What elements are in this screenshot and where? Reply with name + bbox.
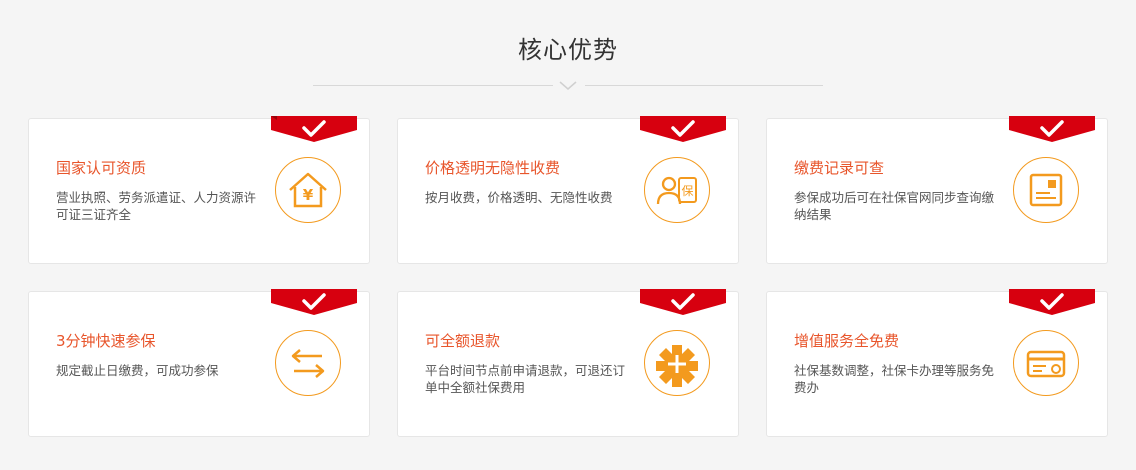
exchange-arrows-icon bbox=[275, 330, 341, 396]
advantage-card-refund: 可全额退款 平台时间节点前申请退款，可退还订单中全额社保费用 bbox=[397, 289, 739, 437]
check-ribbon-icon bbox=[271, 289, 357, 315]
house-yuan-icon: ¥ bbox=[275, 157, 341, 223]
card-title: 价格透明无隐性收费 bbox=[425, 159, 561, 177]
title-divider bbox=[313, 78, 823, 94]
chevron-down-icon bbox=[559, 81, 577, 90]
card-description: 社保基数调整，社保卡办理等服务免费办 bbox=[794, 363, 995, 395]
advantage-card-free-services: 增值服务全免费 社保基数调整，社保卡办理等服务免费办 bbox=[766, 289, 1108, 437]
check-ribbon-icon bbox=[640, 289, 726, 315]
card-title: 国家认可资质 bbox=[56, 159, 147, 177]
card-description: 规定截止日缴费，可成功参保 bbox=[56, 363, 219, 378]
section-title: 核心优势 bbox=[518, 36, 618, 64]
svg-text:¥: ¥ bbox=[303, 186, 314, 204]
person-bao-icon: 保 bbox=[644, 157, 710, 223]
svg-text:保: 保 bbox=[681, 184, 693, 198]
card-title: 缴费记录可查 bbox=[794, 159, 885, 177]
advantage-card-records: 缴费记录可查 参保成功后可在社保官网同步查询缴纳结果 bbox=[766, 116, 1108, 264]
social-card-icon bbox=[1013, 330, 1079, 396]
advantage-card-fast-enroll: 3分钟快速参保 规定截止日缴费，可成功参保 bbox=[28, 289, 370, 437]
card-title: 3分钟快速参保 bbox=[56, 332, 156, 350]
record-card-icon bbox=[1013, 157, 1079, 223]
advantage-card-transparent-price: 价格透明无隐性收费 按月收费，价格透明、无隐性收费 保 bbox=[397, 116, 739, 264]
card-title: 可全额退款 bbox=[425, 332, 501, 350]
card-title: 增值服务全免费 bbox=[794, 332, 900, 350]
card-description: 参保成功后可在社保官网同步查询缴纳结果 bbox=[794, 190, 995, 222]
check-ribbon-icon bbox=[1009, 289, 1095, 315]
check-ribbon-icon bbox=[1009, 116, 1095, 142]
advantage-card-qualification: 国家认可资质 营业执照、劳务派遣证、人力资源许可证三证齐全 ¥ bbox=[28, 116, 370, 264]
refund-cross-icon bbox=[644, 330, 710, 396]
card-description: 平台时间节点前申请退款，可退还订单中全额社保费用 bbox=[425, 363, 626, 395]
check-ribbon-icon bbox=[640, 116, 726, 142]
check-ribbon-icon bbox=[271, 116, 357, 142]
card-description: 按月收费，价格透明、无隐性收费 bbox=[425, 190, 613, 205]
card-description: 营业执照、劳务派遣证、人力资源许可证三证齐全 bbox=[56, 190, 257, 222]
